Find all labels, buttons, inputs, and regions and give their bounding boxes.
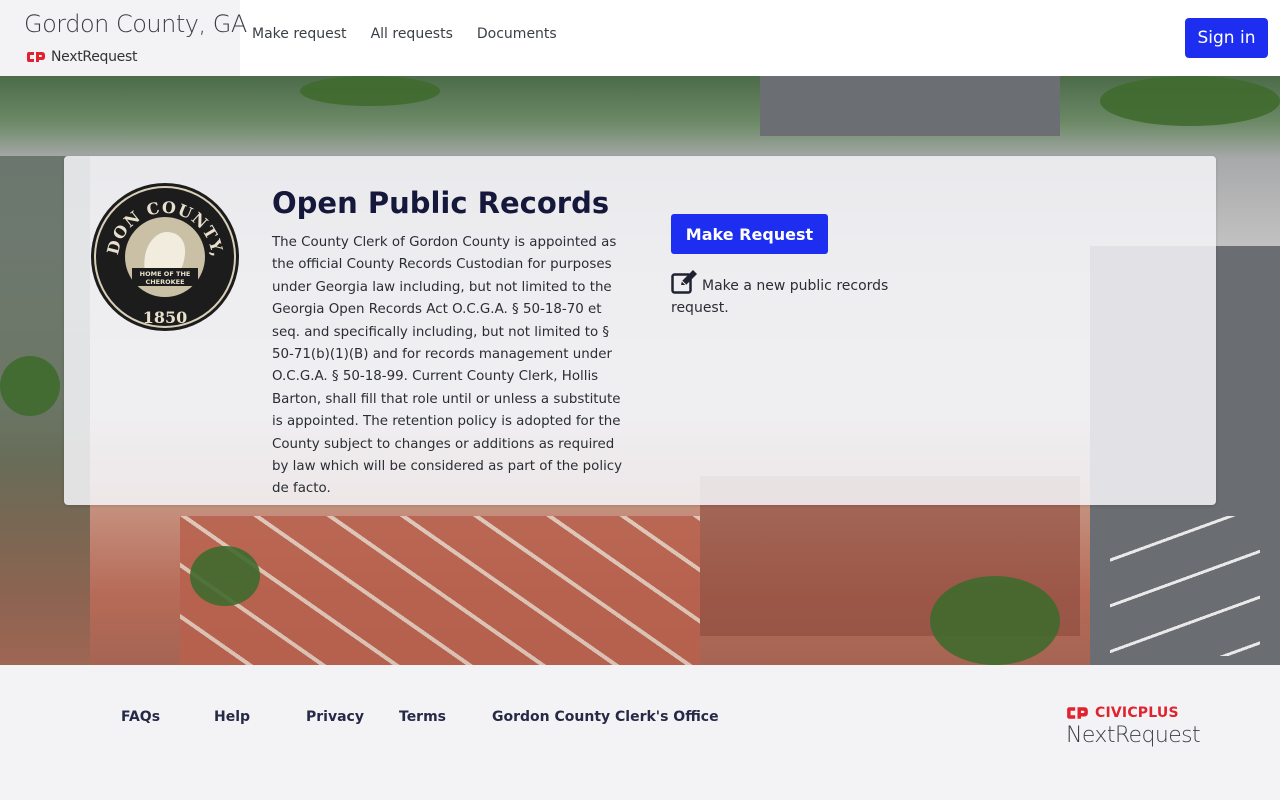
hero-bg-shape — [760, 76, 1060, 136]
main-nav: Make request All requests Documents — [252, 26, 557, 42]
civicplus-nextrequest-logo[interactable]: CIVICPLUS NextRequest — [1066, 705, 1201, 748]
civicplus-name: CIVICPLUS — [1095, 705, 1179, 721]
footer-link-terms[interactable]: Terms — [399, 709, 446, 725]
civicplus-logo-icon — [27, 52, 45, 62]
footer-link-clerk-office[interactable]: Gordon County Clerk's Office — [492, 709, 719, 725]
site-header: Gordon County, GA NextRequest Make reque… — [0, 0, 1280, 76]
product-name: NextRequest — [1066, 723, 1201, 748]
hero-section: GORDON COUNTY, GA. HOME OF THE CHEROKEE … — [0, 76, 1280, 665]
sign-in-button[interactable]: Sign in — [1185, 18, 1268, 58]
footer-link-faqs[interactable]: FAQs — [121, 709, 160, 725]
footer-link-help[interactable]: Help — [214, 709, 250, 725]
hero-bg-tree — [930, 576, 1060, 665]
hero-bg-tree — [1100, 76, 1280, 126]
records-description: The County Clerk of Gordon County is app… — [272, 235, 623, 497]
brand-name: NextRequest — [51, 49, 138, 65]
page-title: Open Public Records — [272, 186, 610, 220]
nav-make-request[interactable]: Make request — [252, 26, 347, 42]
site-footer: FAQs Help Privacy Terms Gordon County Cl… — [0, 665, 1280, 800]
site-title[interactable]: Gordon County, GA — [24, 10, 247, 38]
nav-all-requests[interactable]: All requests — [371, 26, 453, 42]
seal-year: 1850 — [143, 308, 188, 327]
make-request-note-text: Make a new public records request. — [671, 278, 889, 316]
make-request-note: Make a new public records request. — [671, 270, 911, 319]
make-request-button[interactable]: Make Request — [671, 214, 828, 254]
nav-documents[interactable]: Documents — [477, 26, 557, 42]
hero-bg-shape — [1110, 516, 1260, 656]
records-card: GORDON COUNTY, GA. HOME OF THE CHEROKEE … — [64, 156, 1216, 505]
edit-icon — [671, 270, 697, 294]
seal-text-1: HOME OF THE — [140, 270, 191, 278]
footer-link-privacy[interactable]: Privacy — [306, 709, 364, 725]
county-seal-icon: GORDON COUNTY, GA. HOME OF THE CHEROKEE … — [90, 182, 239, 331]
hero-bg-tree — [190, 546, 260, 606]
seal-text-2: CHEROKEE — [145, 278, 184, 286]
hero-bg-tree — [0, 356, 60, 416]
nextrequest-logo[interactable]: NextRequest — [26, 49, 137, 65]
hero-bg-shape — [180, 516, 700, 665]
hero-bg-tree — [300, 76, 440, 106]
brand-block[interactable]: Gordon County, GA NextRequest — [0, 0, 247, 76]
civicplus-logo-icon — [1067, 707, 1088, 719]
